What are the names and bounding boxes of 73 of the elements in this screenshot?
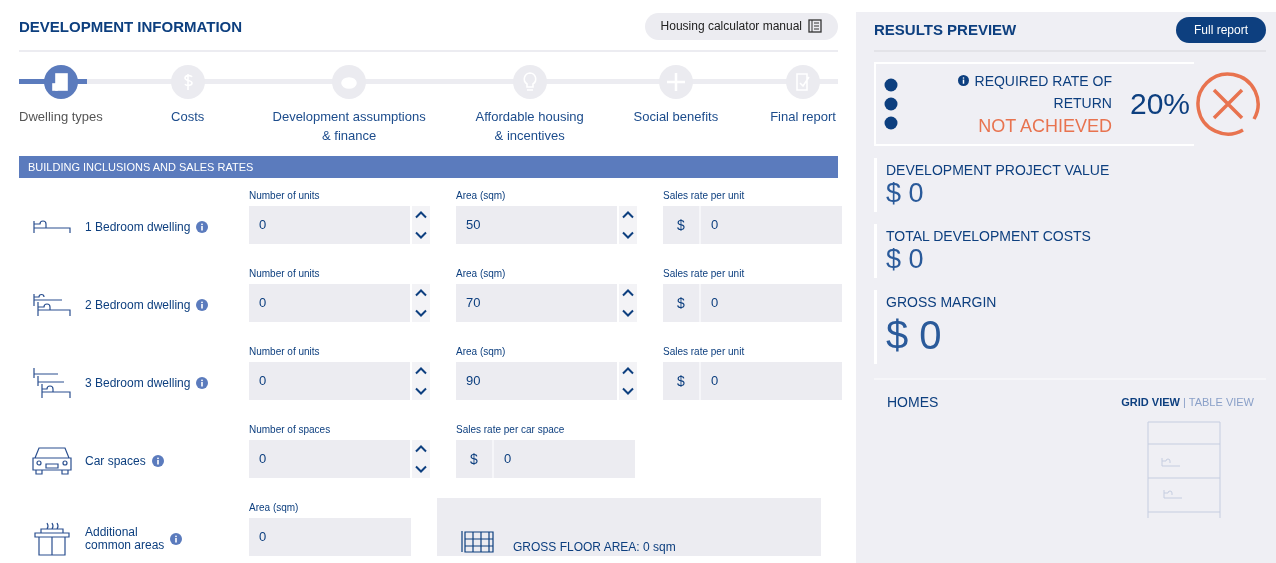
barbecue-icon — [33, 521, 71, 557]
book-icon — [808, 19, 822, 33]
currency-field[interactable]: $ 0 — [663, 362, 842, 400]
field-value: 0 — [710, 294, 719, 312]
step-label[interactable]: Costs — [171, 107, 205, 126]
metric-value: $ 0 — [886, 244, 925, 274]
section-title: RESULTS PREVIEW — [874, 21, 1017, 38]
input-field[interactable]: 0 — [249, 206, 410, 244]
floor-plan-icon — [461, 528, 495, 554]
field-label: Number of units — [249, 346, 321, 359]
bed-icon — [32, 292, 72, 318]
step-label[interactable]: Affordable housing & incentives — [475, 107, 584, 145]
field-label: Sales rate per unit — [663, 346, 746, 359]
field-value: 0 — [710, 372, 719, 390]
metric-value: $ 0 — [886, 312, 943, 359]
view-toggle[interactable]: GRID VIEW — [1121, 396, 1180, 408]
step-label[interactable]: Final report — [770, 107, 836, 126]
section-header-bar: BUILDING INCLUSIONS AND SALES RATES — [19, 156, 838, 178]
building-icon[interactable] — [43, 65, 78, 99]
step-label[interactable]: Social benefits — [633, 107, 719, 126]
metric-label: TOTAL DEVELOPMENT COSTS — [886, 228, 1092, 244]
field-label: Number of units — [249, 268, 321, 281]
cross-circle-icon — [1194, 70, 1262, 138]
dwelling-label: 1 Bedroom dwelling — [85, 220, 191, 234]
field-value: 0 — [710, 216, 719, 234]
manual-button[interactable]: Housing calculator manual — [644, 12, 838, 40]
gross-floor-area: GROSS FLOOR AREA: 0 sqm — [513, 540, 676, 554]
info-icon[interactable] — [196, 299, 209, 311]
input-field[interactable]: 0 — [249, 440, 410, 478]
more-icon[interactable] — [884, 78, 898, 130]
step-label[interactable]: Dwelling types — [19, 107, 103, 126]
homes-title: HOMES — [887, 394, 939, 410]
status-text: NOT ACHIEVED — [977, 115, 1112, 138]
metric-value: $ 0 — [886, 178, 925, 208]
input-field[interactable]: 90 — [456, 362, 617, 400]
step-label[interactable]: Development assumptions & finance — [272, 107, 426, 145]
currency-field[interactable]: $ 0 — [663, 284, 842, 322]
currency-field[interactable]: $ 0 — [456, 440, 635, 478]
info-icon[interactable] — [957, 75, 969, 86]
dwelling-label: Car spaces — [85, 454, 146, 468]
bed-icon — [32, 366, 72, 400]
currency-field[interactable]: $ 0 — [663, 206, 842, 244]
info-icon[interactable] — [170, 533, 183, 545]
field-label: Sales rate per unit — [663, 268, 746, 281]
info-icon[interactable] — [196, 221, 209, 233]
car-icon — [31, 446, 73, 476]
dwelling-label: 2 Bedroom dwelling — [85, 298, 191, 312]
field-label: Sales rate per unit — [663, 190, 746, 203]
field-label: Sales rate per car space — [456, 424, 566, 437]
input-field[interactable]: 50 — [456, 206, 617, 244]
input-field[interactable]: 70 — [456, 284, 617, 322]
field-label: Area (sqm) — [456, 346, 507, 359]
dwelling-label: Additional common areas — [85, 526, 165, 552]
field-label: Area (sqm) — [456, 190, 507, 203]
separator: | — [1182, 396, 1186, 408]
full-report-button[interactable]: Full report — [1175, 16, 1266, 43]
field-label: Number of spaces — [249, 424, 332, 437]
info-icon[interactable] — [151, 455, 164, 467]
metric-label: GROSS MARGIN — [886, 294, 998, 310]
input-field[interactable]: 0 — [249, 284, 410, 322]
input-field[interactable]: 0 — [249, 518, 411, 556]
rate-label: REQUIRED RATE OF RETURN — [974, 72, 1112, 113]
field-label: Area (sqm) — [456, 268, 507, 281]
input-field[interactable]: 0 — [249, 362, 410, 400]
field-label: Number of units — [249, 190, 321, 203]
metric-label: DEVELOPMENT PROJECT VALUE — [886, 162, 1111, 178]
field-value: 0 — [503, 450, 512, 468]
rate-value: 20% — [1129, 87, 1190, 121]
dwelling-label: 3 Bedroom dwelling — [85, 376, 191, 390]
field-label: Area (sqm) — [249, 502, 300, 515]
section-title: DEVELOPMENT INFORMATION — [19, 17, 243, 35]
info-icon[interactable] — [196, 377, 209, 389]
bed-icon — [32, 219, 72, 235]
